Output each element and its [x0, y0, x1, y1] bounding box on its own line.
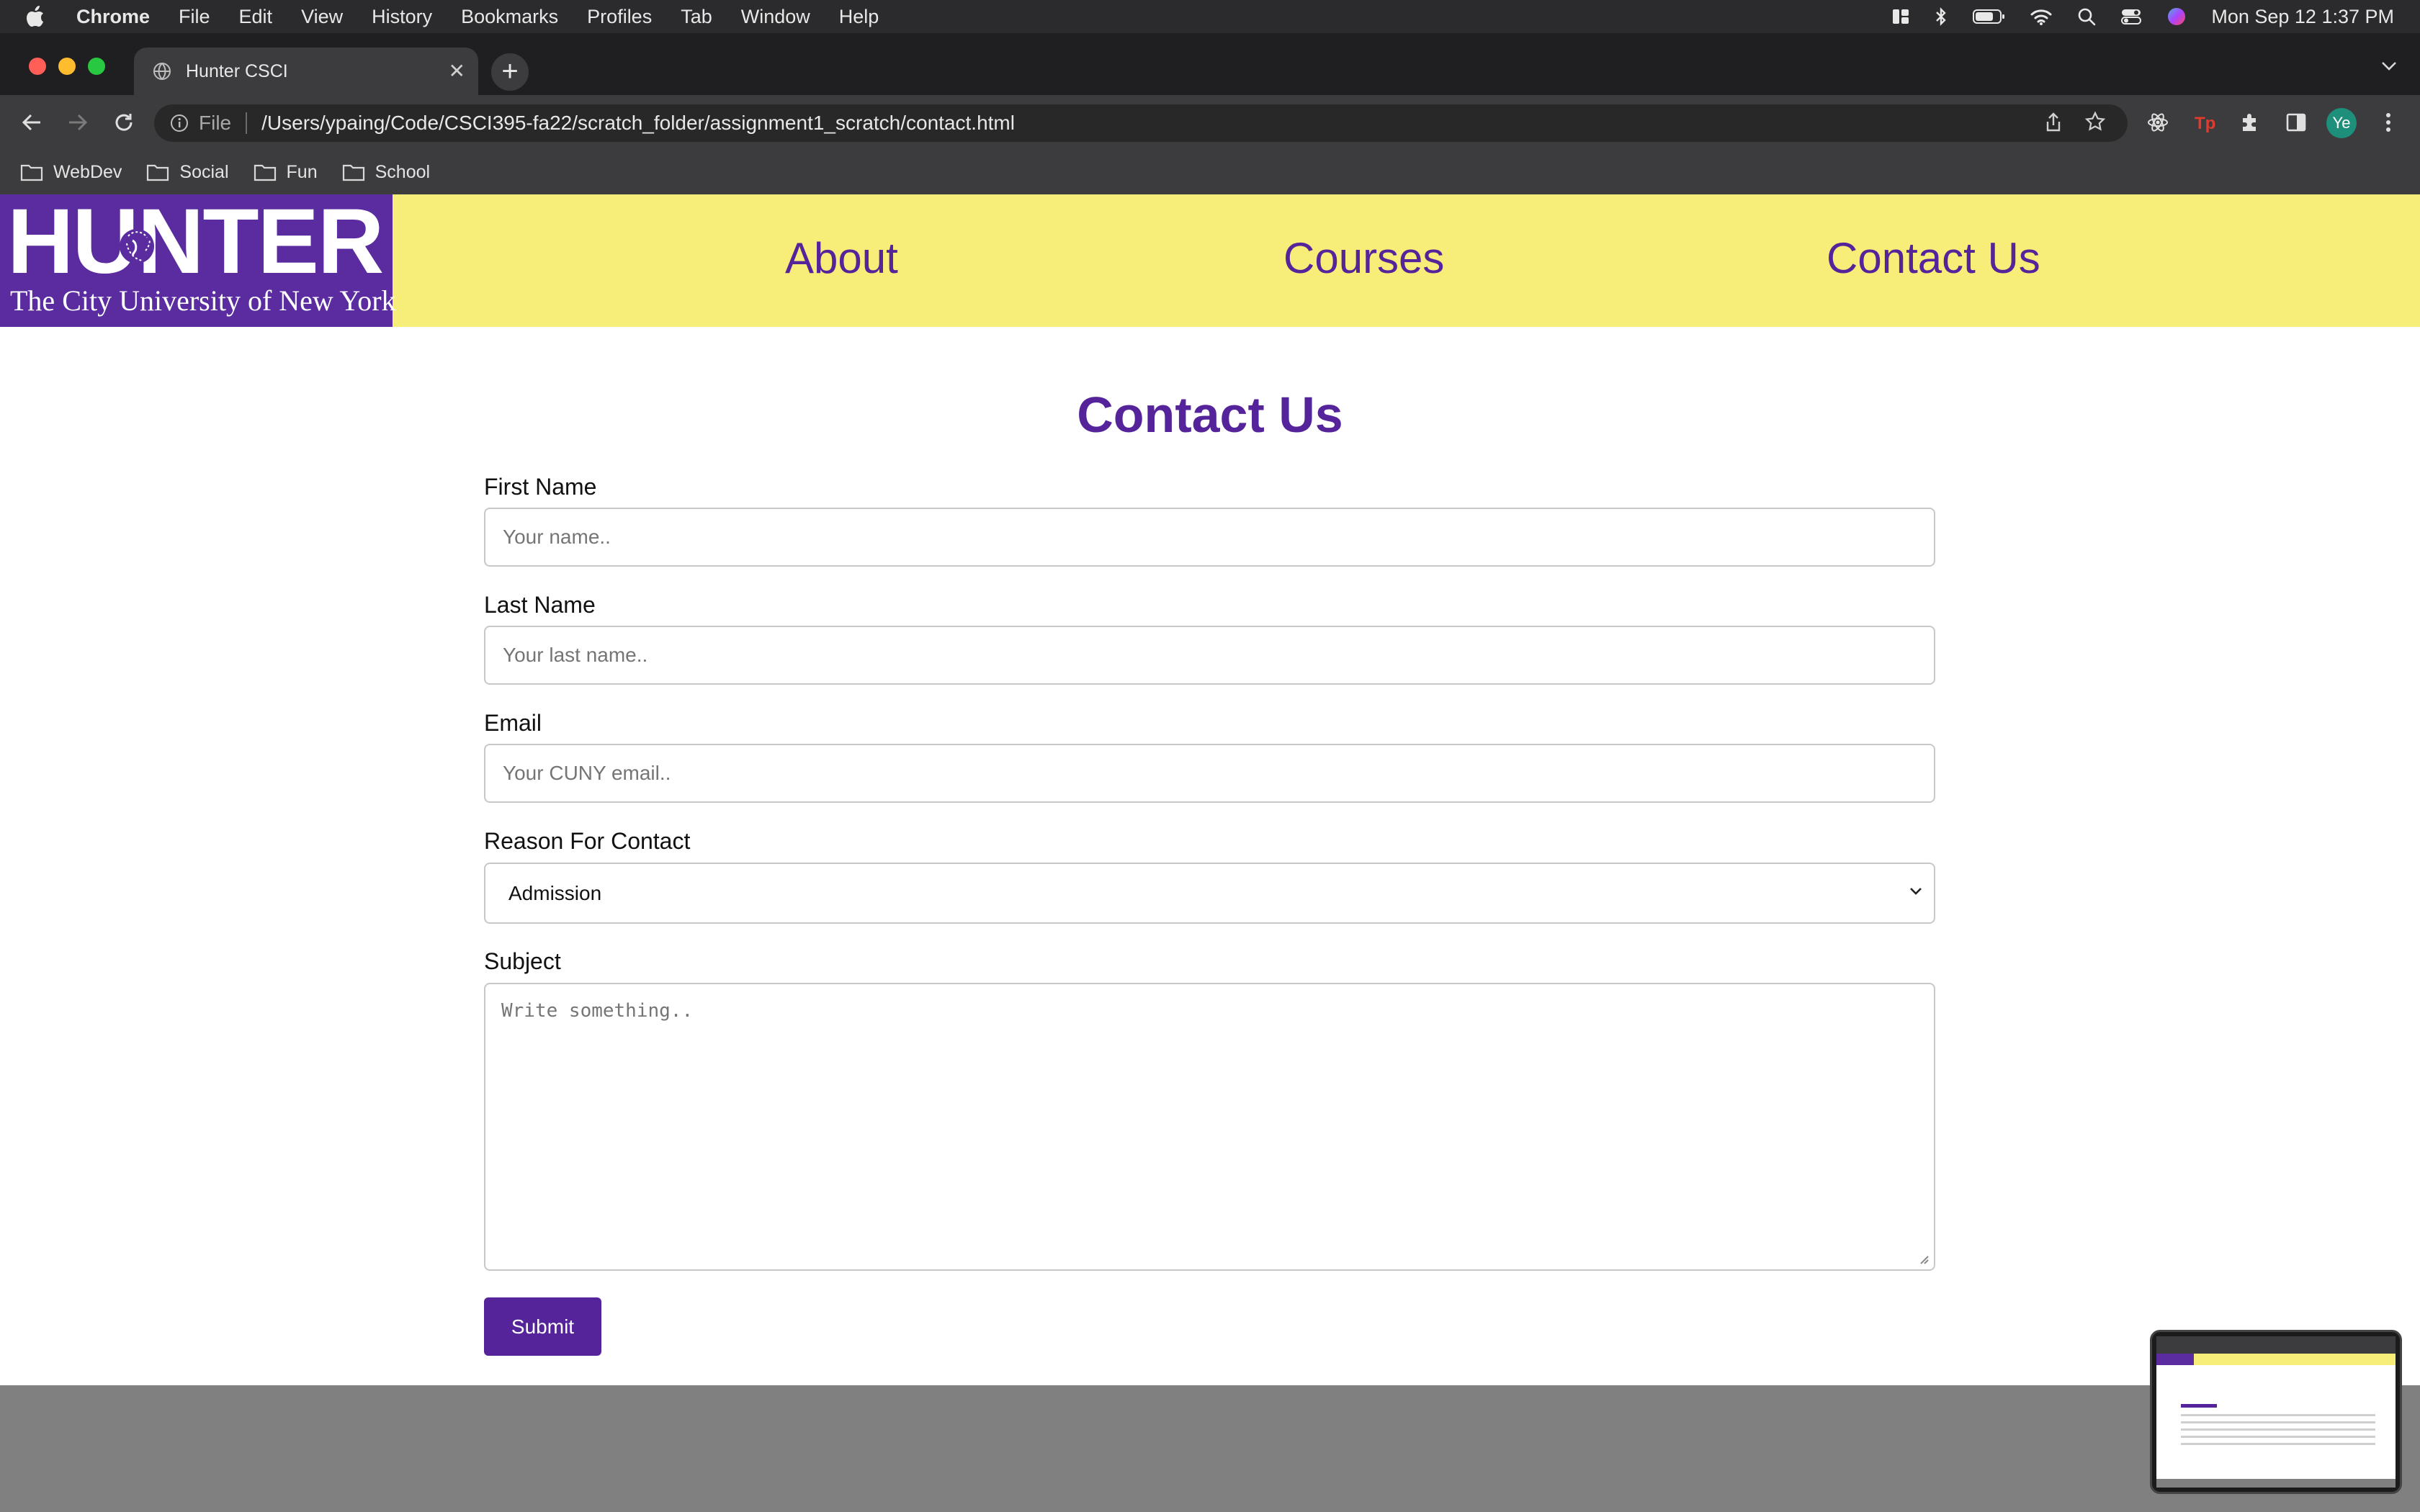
thumbnail-browser-bar	[2156, 1336, 2396, 1354]
thumbnail-table-row	[2181, 1414, 2375, 1416]
control-center-icon[interactable]	[2120, 7, 2142, 26]
wifi-icon[interactable]	[2030, 7, 2053, 26]
screenshot-thumbnail[interactable]	[2150, 1330, 2402, 1494]
email-input[interactable]: Your CUNY email..	[484, 744, 1935, 803]
tab-close-icon[interactable]: ✕	[449, 60, 465, 82]
extensions-puzzle-icon[interactable]	[2236, 108, 2264, 137]
macos-menu-bar: Chrome File Edit View History Bookmarks …	[0, 0, 2420, 33]
window-zoom-button[interactable]	[88, 58, 105, 75]
svg-text:Tp: Tp	[2195, 114, 2215, 133]
extension-tp-icon[interactable]: Tp	[2190, 108, 2218, 137]
menu-profiles[interactable]: Profiles	[587, 6, 652, 28]
submit-button[interactable]: Submit	[484, 1297, 601, 1356]
menu-app-name[interactable]: Chrome	[76, 6, 150, 28]
stage-manager-icon[interactable]	[1891, 7, 1910, 26]
thumbnail-table-row	[2181, 1421, 2375, 1423]
siri-icon[interactable]	[2166, 6, 2187, 27]
thumbnail-preview	[2156, 1336, 2396, 1488]
hunter-logo[interactable]: HUNTER The City University of New York	[0, 190, 396, 327]
reason-label: Reason For Contact	[484, 828, 691, 854]
nav-link-about[interactable]: About	[785, 233, 898, 283]
bookmark-label: Fun	[286, 161, 318, 182]
reason-select[interactable]: Admission	[484, 863, 1935, 924]
folder-icon	[254, 163, 277, 181]
last-name-input[interactable]: Your last name..	[484, 626, 1935, 685]
last-name-label: Last Name	[484, 592, 596, 618]
chrome-menu-kebab-icon[interactable]	[2374, 108, 2403, 137]
site-navbar: HUNTER The City University of New York A…	[0, 194, 2420, 327]
forward-arrow-icon[interactable]	[63, 108, 92, 137]
thumbnail-heading	[2181, 1404, 2217, 1408]
thumbnail-table-row	[2181, 1436, 2375, 1438]
new-tab-button[interactable]: +	[491, 53, 529, 91]
bookmark-label: School	[375, 161, 431, 182]
thumbnail-logo	[2156, 1354, 2194, 1365]
logo-subtitle: The City University of New York	[10, 284, 396, 317]
globe-icon	[153, 62, 171, 81]
bookmark-folder-fun[interactable]: Fun	[254, 162, 318, 183]
email-label: Email	[484, 710, 542, 736]
chevron-down-icon	[1908, 886, 1924, 897]
folder-icon	[20, 163, 43, 181]
reload-icon[interactable]	[109, 108, 138, 137]
menu-bookmarks[interactable]: Bookmarks	[461, 6, 558, 28]
subject-placeholder: Write something..	[501, 1000, 694, 1022]
folder-icon	[146, 163, 169, 181]
nav-link-courses[interactable]: Courses	[1283, 233, 1444, 283]
react-devtools-icon[interactable]	[2143, 108, 2172, 137]
profile-avatar[interactable]: Ye	[2326, 108, 2357, 138]
apple-icon[interactable]	[26, 6, 52, 27]
tab-title: Hunter CSCI	[186, 60, 288, 81]
subject-textarea[interactable]: Write something..	[484, 983, 1935, 1271]
bookmark-folder-school[interactable]: School	[342, 162, 430, 183]
logo-wordmark: HUNTER	[7, 190, 384, 293]
reason-selected-value: Admission	[508, 881, 602, 904]
bookmark-label: Social	[179, 161, 229, 182]
site-info-icon[interactable]	[170, 114, 189, 132]
menu-edit[interactable]: Edit	[239, 6, 273, 28]
menu-file[interactable]: File	[179, 6, 210, 28]
bookmark-folder-webdev[interactable]: WebDev	[20, 162, 122, 183]
site-footer	[0, 1385, 2420, 1512]
menu-view[interactable]: View	[301, 6, 343, 28]
spotlight-search-icon[interactable]	[2077, 7, 2096, 26]
web-page: HUNTER The City University of New York A…	[0, 194, 2420, 1385]
bookmark-star-icon[interactable]	[2084, 111, 2106, 138]
resize-grip-icon[interactable]	[1917, 1252, 1930, 1265]
subject-label: Subject	[484, 948, 561, 974]
back-arrow-icon[interactable]	[17, 108, 46, 137]
menubar-clock[interactable]: Mon Sep 12 1:37 PM	[2211, 6, 2394, 28]
url-scheme-label: File	[199, 112, 232, 134]
share-icon[interactable]	[2044, 112, 2063, 138]
address-bar[interactable]: File /Users/ypaing/Code/CSCI395-fa22/scr…	[154, 104, 2128, 142]
omnibox-divider	[246, 112, 248, 134]
menu-history[interactable]: History	[372, 6, 432, 28]
bookmark-folder-social[interactable]: Social	[146, 161, 229, 183]
thumbnail-table-row	[2181, 1428, 2375, 1431]
page-title: Contact Us	[1077, 387, 1343, 443]
menu-help[interactable]: Help	[839, 6, 879, 28]
window-minimize-button[interactable]	[58, 58, 76, 75]
thumbnail-footer	[2156, 1479, 2396, 1488]
hunter-emblem-icon	[114, 222, 157, 276]
bluetooth-icon[interactable]	[1935, 6, 1948, 27]
menu-window[interactable]: Window	[741, 6, 810, 28]
first-name-label: First Name	[484, 474, 597, 500]
bookmark-label: WebDev	[53, 161, 122, 182]
battery-icon[interactable]	[1972, 8, 2005, 25]
url-text[interactable]: /Users/ypaing/Code/CSCI395-fa22/scratch_…	[261, 112, 1015, 135]
nav-link-contact-us[interactable]: Contact Us	[1827, 233, 2040, 283]
bookmarks-bar: WebDev Social Fun School	[0, 150, 2420, 194]
folder-icon	[342, 163, 365, 181]
window-close-button[interactable]	[29, 58, 46, 75]
side-panel-icon[interactable]	[2282, 108, 2311, 137]
menu-tab[interactable]: Tab	[681, 6, 712, 28]
browser-tab-active[interactable]: Hunter CSCI ✕	[134, 48, 478, 95]
first-name-input[interactable]: Your name..	[484, 508, 1935, 567]
tab-search-chevron-icon[interactable]	[2380, 59, 2398, 76]
thumbnail-table-row	[2181, 1443, 2375, 1445]
